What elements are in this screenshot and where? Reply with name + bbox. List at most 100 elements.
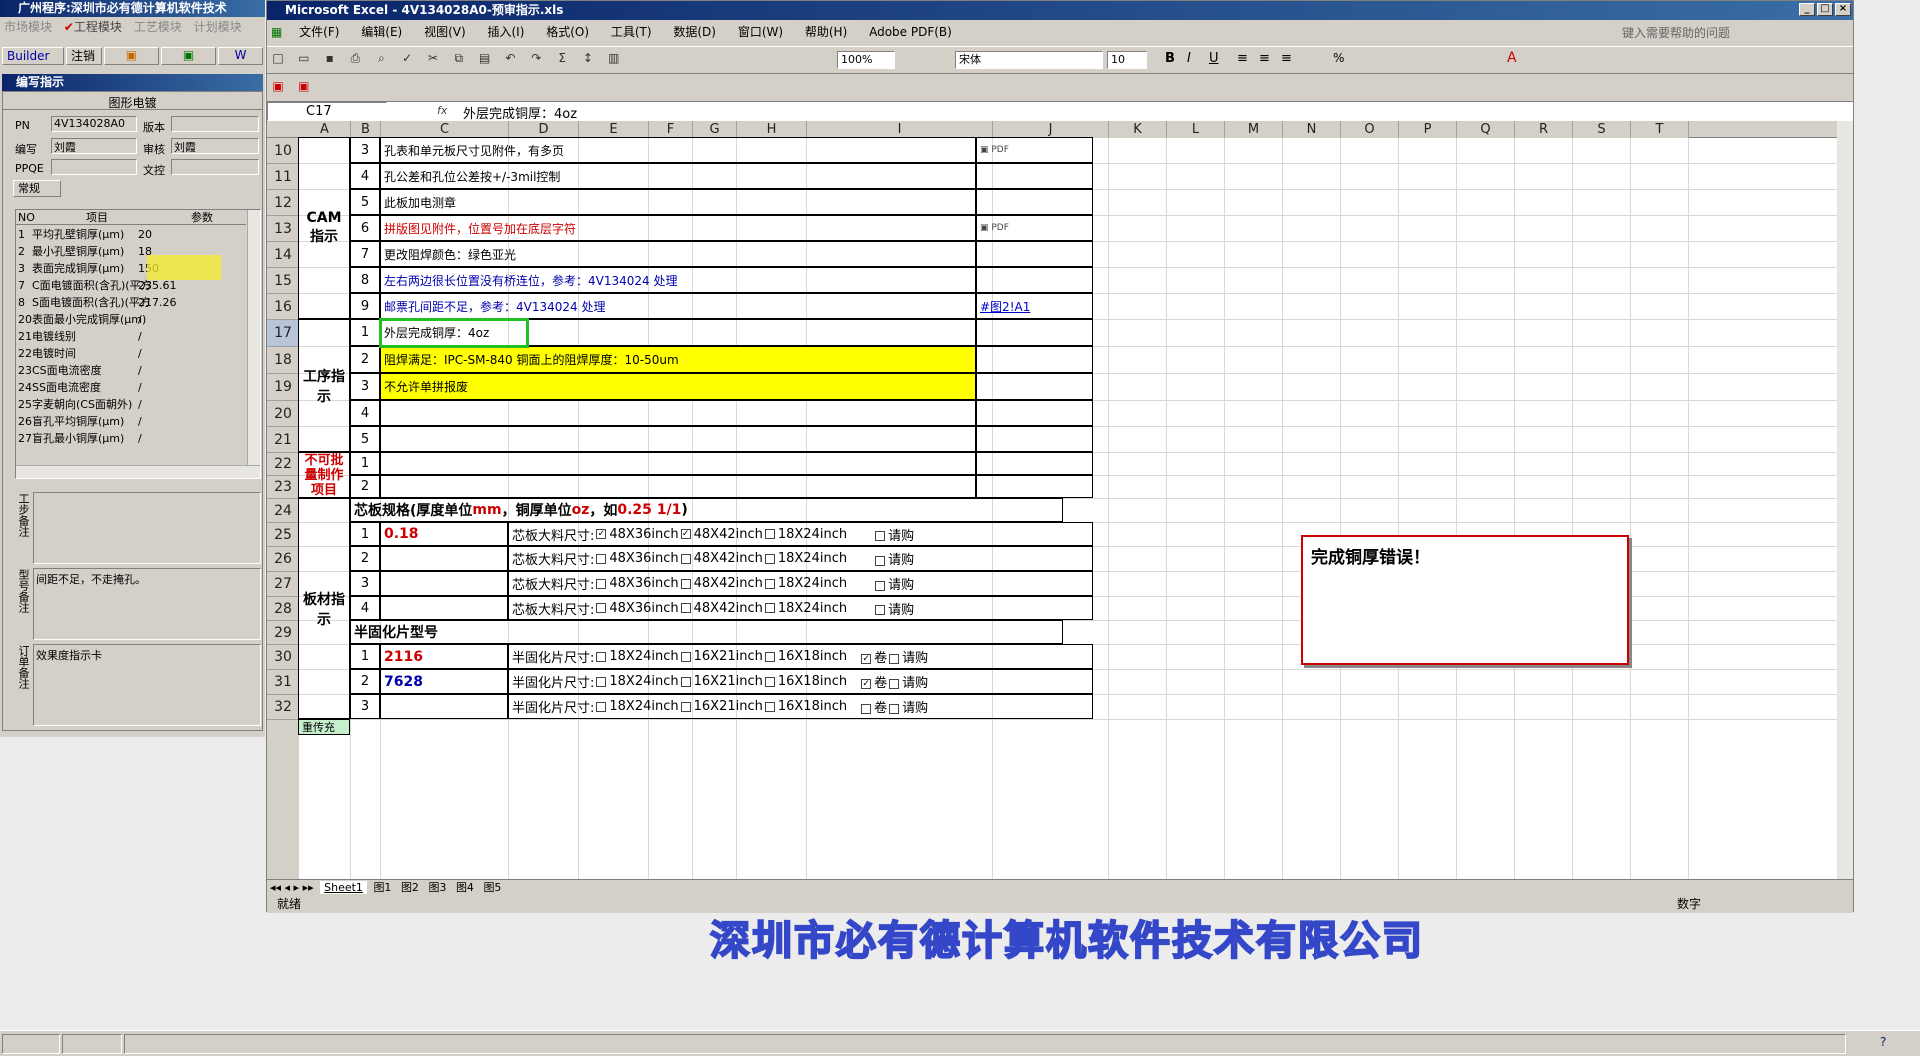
cut-icon[interactable]: ✂ — [424, 49, 442, 67]
param-row[interactable]: 24 SS面电流密度 / — [16, 379, 258, 396]
column-header[interactable]: F — [649, 121, 693, 138]
core-option[interactable]: 请购 — [875, 525, 914, 544]
process-instruction[interactable]: 阻焊满足：IPC-SM-840 铜面上的阻焊厚度：10-50um — [380, 346, 976, 373]
checkbox[interactable] — [680, 578, 691, 589]
workbook-icon[interactable]: ▦ — [267, 21, 286, 43]
row-no[interactable]: 5 — [350, 426, 380, 452]
pp-option[interactable]: 卷 — [861, 697, 887, 716]
ppqe-field[interactable] — [51, 159, 137, 175]
column-header[interactable]: B — [351, 121, 381, 138]
checkbox[interactable]: ✓ — [861, 653, 872, 664]
open-icon[interactable]: ▭ — [295, 49, 313, 67]
param-row[interactable]: 23 CS面电流密度 / — [16, 362, 258, 379]
toolbar-icon-1[interactable]: ▣ — [104, 47, 159, 65]
new-icon[interactable]: □ — [269, 49, 287, 67]
row-no[interactable]: 8 — [350, 267, 380, 293]
column-header[interactable]: S — [1573, 121, 1631, 138]
cam-instruction[interactable]: 左右两边很长位置没有桥连位，参考：4V134024 处理 — [380, 267, 976, 293]
menu-craft[interactable]: 工艺模块 — [130, 20, 186, 34]
menu-window[interactable]: 窗口(W) — [729, 21, 792, 43]
word-icon[interactable]: W — [218, 47, 263, 65]
row-header[interactable]: 27 — [267, 572, 299, 597]
checkbox[interactable] — [889, 678, 900, 689]
note-step[interactable] — [33, 492, 261, 564]
checkbox[interactable] — [680, 701, 691, 712]
checkbox[interactable] — [680, 603, 691, 613]
pp-spec-value[interactable]: 2116 — [380, 644, 508, 669]
pp-option[interactable]: 16X21inch — [680, 649, 763, 664]
checkbox[interactable] — [680, 676, 691, 687]
pp-option[interactable]: 18X24inch — [596, 649, 679, 664]
row-no[interactable]: 4 — [350, 400, 380, 426]
row-no[interactable]: 1 — [350, 452, 380, 475]
core-option[interactable]: 48X36inch — [596, 576, 679, 591]
reviewer-field[interactable]: 刘霞 — [171, 138, 259, 154]
param-row[interactable]: 8 S面电镀面积(含孔)(平方 217.26 — [16, 294, 258, 311]
sheet-tab-1[interactable]: 图1 — [370, 881, 394, 894]
param-row[interactable]: 26 盲孔平均铜厚(μm) / — [16, 413, 258, 430]
spell-icon[interactable]: ✓ — [398, 49, 416, 67]
column-header[interactable]: E — [579, 121, 649, 138]
row-header[interactable]: 10 — [267, 138, 299, 164]
row-header[interactable]: 18 — [267, 347, 299, 374]
pdf-attachment-icon[interactable]: ▣ PDF — [980, 145, 1009, 155]
param-row[interactable]: 7 C面电镀面积(含孔)(平方 235.61 — [16, 277, 258, 294]
row-header[interactable]: 14 — [267, 242, 299, 268]
column-header[interactable]: P — [1399, 121, 1457, 138]
core-option[interactable]: 18X24inch — [764, 576, 847, 591]
pp-option[interactable]: 16X18inch — [764, 674, 847, 689]
attachment-cell[interactable] — [976, 426, 1093, 452]
cam-instruction[interactable]: 拼版图见附件，位置号加在底层字符 — [380, 215, 976, 241]
attachment-cell[interactable] — [976, 163, 1093, 189]
core-option[interactable]: ✓ 48X42inch — [680, 527, 763, 542]
column-header[interactable]: J — [993, 121, 1109, 138]
checkbox[interactable] — [596, 603, 607, 613]
param-row[interactable]: 22 电镀时间 / — [16, 345, 258, 362]
row-header[interactable]: 25 — [267, 523, 299, 547]
name-box[interactable]: C17 — [267, 102, 387, 121]
checkbox[interactable] — [596, 651, 607, 662]
print-icon[interactable]: ⎙ — [346, 49, 364, 67]
checkbox[interactable]: ✓ — [861, 678, 872, 689]
menu-engineering[interactable]: ✔工程模块 — [60, 20, 126, 34]
row-no[interactable]: 1 — [350, 644, 380, 669]
row-no[interactable]: 4 — [350, 596, 380, 620]
row-no[interactable]: 4 — [350, 163, 380, 189]
checkbox[interactable] — [889, 703, 900, 714]
doc-field[interactable] — [171, 159, 259, 175]
checkbox[interactable] — [764, 553, 775, 564]
menu-edit[interactable]: 编辑(E) — [352, 21, 411, 43]
attachment-cell[interactable]: ▣ PDF — [976, 137, 1093, 163]
core-spec-value[interactable] — [380, 596, 508, 620]
attachment-cell[interactable] — [976, 346, 1093, 373]
column-header[interactable]: G — [693, 121, 737, 138]
row-header[interactable]: 28 — [267, 597, 299, 621]
row-header[interactable]: 24 — [267, 499, 299, 523]
core-size-options[interactable]: 芯板大料尺寸: 48X36inch 48X42inch 18X24inch 请购 — [508, 546, 1093, 571]
chart-icon[interactable]: ▥ — [605, 49, 623, 67]
checkbox[interactable]: ✓ — [596, 529, 607, 539]
row-header[interactable]: 29 — [267, 621, 299, 645]
checkbox[interactable] — [875, 555, 886, 566]
menu-help[interactable]: 帮助(H) — [796, 21, 856, 43]
param-table-scrollbar[interactable] — [247, 210, 260, 465]
excel-icon[interactable]: ▣ — [161, 47, 216, 65]
param-row[interactable]: 27 盲孔最小铜厚(μm) / — [16, 430, 258, 447]
sheet-tab-4[interactable]: 图4 — [453, 881, 477, 894]
menu-file[interactable]: 文件(F) — [290, 21, 348, 43]
pp-spec-value[interactable]: 7628 — [380, 669, 508, 694]
column-header[interactable]: I — [807, 121, 993, 138]
attachment-cell[interactable] — [976, 241, 1093, 267]
row-no[interactable]: 3 — [350, 571, 380, 596]
checkbox[interactable] — [875, 531, 886, 541]
checkbox[interactable] — [764, 578, 775, 589]
hyperlink[interactable]: #图2!A1 — [980, 298, 1030, 315]
core-spec-value[interactable]: 0.18 — [380, 522, 508, 546]
underline-icon[interactable]: U — [1209, 51, 1219, 66]
menu-adobe[interactable]: Adobe PDF(B) — [860, 21, 961, 43]
row-no[interactable]: 2 — [350, 546, 380, 571]
attachment-cell[interactable] — [976, 267, 1093, 293]
menu-tools[interactable]: 工具(T) — [602, 21, 661, 43]
pp-option[interactable]: 18X24inch — [596, 674, 679, 689]
note-order[interactable]: 效果度指示卡 — [33, 644, 261, 726]
